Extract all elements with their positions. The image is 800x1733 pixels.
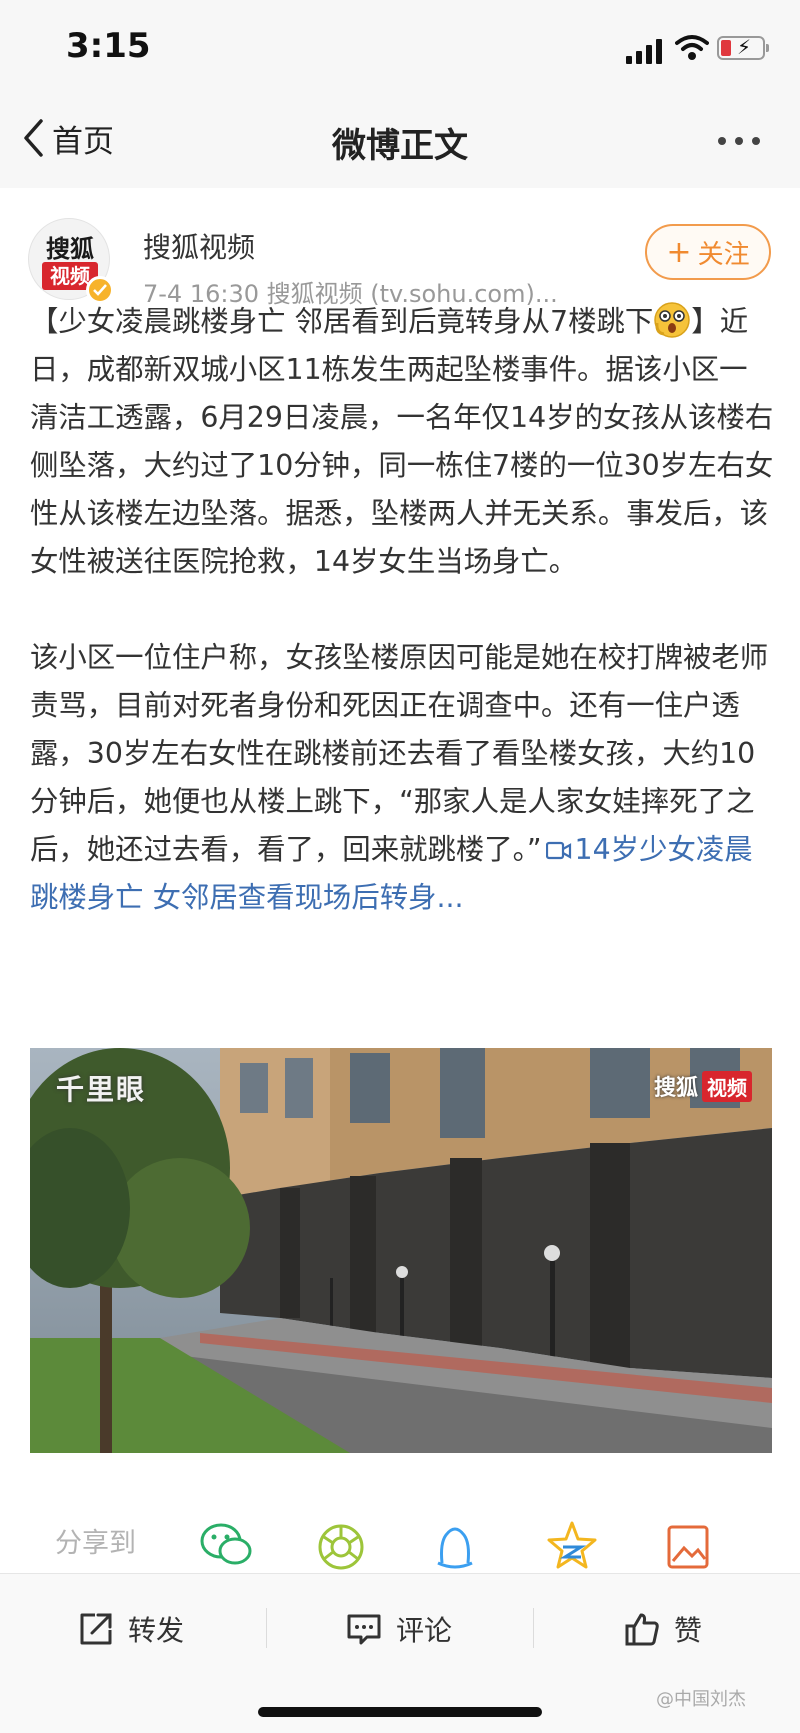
repost-icon — [80, 1613, 112, 1645]
video-watermark-left: 千里眼 — [56, 1073, 147, 1106]
wifi-icon — [675, 35, 709, 60]
status-bar: 3:15 ⚡ — [0, 0, 800, 100]
video-thumbnail[interactable]: 千里眼 搜狐 视频 — [30, 1048, 772, 1453]
like-button[interactable]: 赞 — [624, 1602, 702, 1656]
more-options-button[interactable] — [718, 126, 778, 156]
post-paragraph-1-body: 】近日，成都新双城小区11栋发生两起坠楼事件。据该小区一清洁工透露，6月29日凌… — [30, 305, 774, 578]
repost-button[interactable]: 转发 — [78, 1602, 184, 1656]
share-row: 分享到 — [0, 1505, 800, 1573]
battery-icon: ⚡ — [717, 35, 769, 60]
avatar-text-top: 搜狐 — [46, 235, 94, 263]
qzone-icon[interactable] — [543, 1515, 601, 1573]
post-paragraph-1: 【少女凌晨跳楼身亡 邻居看到后竟转身从7楼跳下 】近日，成都新双城小区11栋发生… — [30, 298, 775, 586]
wechat-icon[interactable] — [198, 1515, 256, 1573]
plus-icon: + — [666, 234, 692, 270]
back-button[interactable]: 首页 — [22, 116, 114, 160]
moments-icon[interactable] — [312, 1515, 370, 1573]
comment-icon — [347, 1614, 381, 1645]
nav-bar: 首页 微博正文 — [0, 100, 800, 182]
share-label: 分享到 — [55, 1528, 136, 1559]
chevron-left-icon — [24, 119, 43, 157]
repost-label: 转发 — [128, 1614, 185, 1647]
toolbar-divider — [266, 1608, 267, 1648]
like-label: 赞 — [674, 1614, 703, 1647]
image-watermark: @中国刘杰 — [656, 1689, 746, 1710]
thumbs-up-icon — [625, 1613, 659, 1646]
post-text: 【少女凌晨跳楼身亡 邻居看到后竟转身从7楼跳下 】近日，成都新双城小区11栋发生… — [30, 298, 775, 922]
shocked-face-emoji-icon — [654, 302, 691, 338]
status-time: 3:15 — [66, 26, 151, 66]
author-name[interactable]: 搜狐视频 — [143, 226, 255, 266]
post-paragraph-2: 该小区一位住户称，女孩坠楼原因可能是她在校打牌被老师责骂，目前对死者身份和死因正… — [30, 634, 775, 922]
image-share-icon[interactable] — [660, 1515, 718, 1573]
post-paragraph-1-headline: 【少女凌晨跳楼身亡 邻居看到后竟转身从7楼跳下 — [30, 305, 654, 338]
page-title: 微博正文 — [332, 126, 468, 166]
comment-label: 评论 — [396, 1614, 453, 1647]
comment-button[interactable]: 评论 — [346, 1602, 452, 1656]
home-indicator[interactable] — [258, 1707, 542, 1717]
more-dot-icon — [718, 137, 726, 145]
qq-icon[interactable] — [426, 1515, 484, 1573]
video-watermark-right: 搜狐 视频 — [654, 1070, 752, 1102]
post-card: 搜狐 视频 搜狐视频 7-4 16:30 搜狐视频 (tv.sohu.com).… — [0, 188, 800, 1573]
video-scene — [30, 1048, 772, 1453]
video-camera-icon — [545, 841, 571, 860]
cellular-signal-icon — [626, 38, 666, 64]
toolbar-divider — [533, 1608, 534, 1648]
bottom-toolbar: 转发 评论 赞 @中国刘杰 — [0, 1573, 800, 1733]
back-label: 首页 — [52, 123, 114, 160]
follow-button[interactable]: + 关注 — [645, 224, 771, 280]
follow-label: 关注 — [697, 239, 750, 270]
